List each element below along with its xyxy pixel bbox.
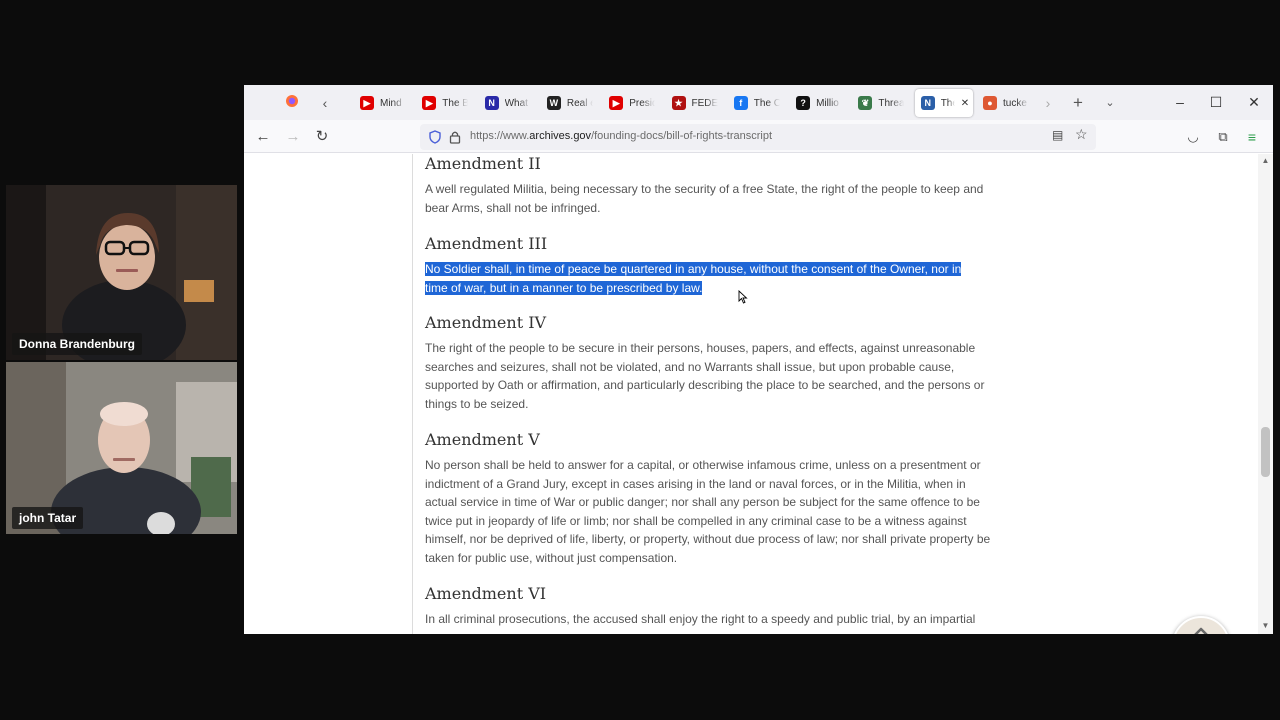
star-icon: ★ — [671, 96, 686, 110]
youtube-icon: ▶ — [609, 96, 624, 110]
amendment-heading: Amendment III — [425, 234, 548, 253]
tab-3[interactable]: N What — [479, 89, 535, 117]
participant-tile[interactable]: Donna Brandenburg — [6, 185, 237, 360]
tab-title: FEDER — [691, 97, 718, 109]
amendment-heading: Amendment VI — [425, 584, 547, 603]
tab-8[interactable]: ? Millio — [790, 89, 846, 117]
amendment-text-selected: No Soldier shall, in time of peace be qu… — [425, 260, 995, 297]
extensions-icon[interactable]: ⧉ — [1212, 126, 1234, 148]
tab-title: Presid — [629, 97, 656, 109]
close-window-icon[interactable]: ✕ — [1239, 91, 1269, 113]
back-arrow-icon[interactable]: ← — [252, 126, 274, 148]
scrollbar-thumb[interactable] — [1261, 427, 1270, 477]
close-tab-icon[interactable]: ✕ — [961, 98, 969, 109]
tab-5[interactable]: ▶ Presid — [603, 89, 659, 117]
tab-title: Threat — [878, 97, 905, 109]
participant-name: john Tatar — [12, 507, 84, 529]
app-menu-icon[interactable]: ≡ — [1241, 126, 1263, 148]
url-text[interactable]: https://www.archives.gov/founding-docs/b… — [470, 130, 772, 142]
new-tab-icon[interactable]: + — [1070, 93, 1086, 113]
tab-7[interactable]: f The C — [728, 89, 784, 117]
selected-text-line: time of war, but in a manner to be presc… — [425, 280, 703, 295]
n-circle-icon: N — [920, 96, 935, 110]
youtube-icon: ▶ — [422, 96, 437, 110]
wikipedia-icon: W — [546, 96, 561, 110]
amendment-heading: Amendment II — [425, 154, 541, 173]
list-all-tabs-icon[interactable]: ⌄ — [1102, 93, 1118, 113]
tab-10[interactable]: N The ✕ — [914, 89, 973, 117]
tab-title: The — [940, 97, 955, 109]
shield-icon[interactable] — [428, 130, 442, 144]
tab-11[interactable]: ● tucke — [977, 89, 1033, 117]
scroll-tabs-left-icon[interactable]: ‹ — [318, 93, 332, 113]
amendment-heading: Amendment V — [425, 430, 540, 449]
forward-arrow-icon[interactable]: → — [282, 126, 304, 148]
scroll-tabs-right-icon[interactable]: › — [1041, 93, 1055, 113]
tab-6[interactable]: ★ FEDER — [666, 89, 722, 117]
tab-title: Millio — [816, 97, 839, 109]
url-host: archives.gov — [529, 130, 592, 142]
amendment-text: The right of the people to be secure in … — [425, 341, 985, 411]
tab-title: What — [504, 97, 528, 109]
amendment-text: No person shall be held to answer for a … — [425, 458, 991, 565]
tab-9[interactable]: ❦ Threat — [852, 89, 908, 117]
firefox-view-icon[interactable] — [284, 93, 300, 113]
tab-title: Real e — [566, 97, 593, 109]
tab-title: tucke — [1003, 97, 1027, 109]
tab-1[interactable]: ▶ Mind — [354, 89, 410, 117]
url-path: /founding-docs/bill-of-rights-transcript — [591, 130, 773, 142]
back-to-top-button[interactable] — [1172, 616, 1230, 634]
video-call-stage: Donna Brandenburg john Tatar ‹ ▶ Mind ▶ The… — [0, 0, 1280, 720]
amendment-text: A well regulated Militia, being necessar… — [425, 182, 984, 215]
facebook-icon: f — [733, 96, 748, 110]
n-icon: N — [484, 96, 499, 110]
reader-view-icon[interactable]: ▤ — [1052, 128, 1063, 142]
vertical-scrollbar[interactable]: ▲ ▼ — [1258, 154, 1273, 634]
tab-bar: ‹ ▶Mind▶The BNWhatWReal e▶Presid★FEDERfT… — [244, 85, 1273, 120]
content-divider — [412, 154, 413, 634]
maximize-icon[interactable]: ☐ — [1201, 91, 1231, 113]
mouse-cursor-icon — [738, 290, 748, 304]
browser-window: ‹ ▶Mind▶The BNWhatWReal e▶Presid★FEDERfT… — [244, 85, 1273, 634]
question-icon: ? — [796, 96, 811, 110]
scroll-down-icon[interactable]: ▼ — [1260, 621, 1271, 630]
scroll-up-icon[interactable]: ▲ — [1260, 156, 1271, 165]
tab-4[interactable]: W Real e — [541, 89, 597, 117]
page-content: Amendment II A well regulated Militia, b… — [244, 154, 1258, 634]
tab-title: The B — [442, 97, 469, 109]
reload-icon[interactable]: ↻ — [311, 126, 333, 148]
selected-text-line: No Soldier shall, in time of peace be qu… — [425, 262, 962, 276]
tab-title: Mind — [380, 97, 402, 109]
leaf-icon: ❦ — [858, 96, 873, 110]
url-prefix: https://www. — [470, 130, 530, 142]
navigation-toolbar: ← → ↻ https://www.archives.gov/founding-… — [244, 120, 1273, 153]
amendment-text: In all criminal prosecutions, the accuse… — [425, 612, 976, 626]
tab-title: The C — [753, 97, 780, 109]
pocket-icon[interactable]: ◡ — [1182, 126, 1204, 148]
arrow-up-icon — [1194, 627, 1208, 634]
youtube-icon: ▶ — [360, 96, 374, 110]
participant-tile[interactable]: john Tatar — [6, 362, 237, 534]
lock-icon[interactable] — [449, 130, 461, 144]
duckduckgo-icon: ● — [983, 96, 997, 110]
minimize-icon[interactable]: – — [1165, 91, 1195, 113]
address-bar[interactable]: https://www.archives.gov/founding-docs/b… — [420, 124, 1096, 150]
bookmark-star-icon[interactable]: ☆ — [1075, 126, 1088, 143]
amendment-heading: Amendment IV — [425, 313, 547, 332]
participant-name: Donna Brandenburg — [12, 333, 142, 355]
tab-2[interactable]: ▶ The B — [416, 89, 472, 117]
